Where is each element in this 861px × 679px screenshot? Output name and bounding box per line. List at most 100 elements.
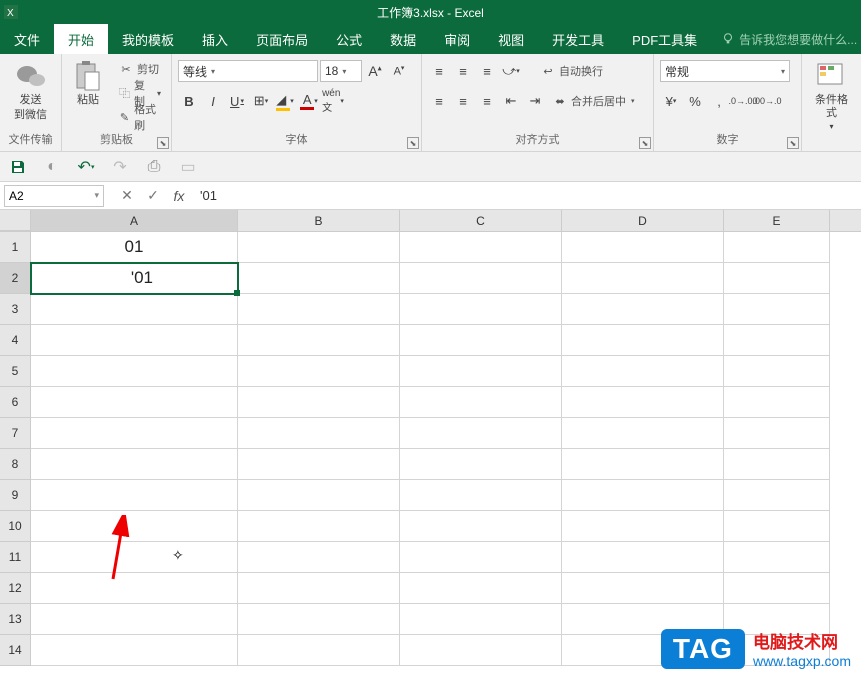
row-header-2[interactable]: 2 (0, 263, 31, 294)
tab-data[interactable]: 数据 (376, 24, 430, 54)
qat-icon-2-button[interactable]: ▭ (178, 157, 198, 177)
shrink-font-button[interactable]: A▾ (388, 60, 410, 82)
cell-E5[interactable] (724, 356, 830, 387)
cell-B12[interactable] (238, 573, 400, 604)
col-header-B[interactable]: B (238, 210, 400, 231)
merge-center-button[interactable]: ⬌合并后居中▾ (548, 90, 639, 112)
format-painter-button[interactable]: ✎格式刷 (114, 106, 165, 128)
cell-E2[interactable] (724, 263, 830, 294)
cell-A8[interactable] (31, 449, 238, 480)
cell-A13[interactable] (31, 604, 238, 635)
cell-C6[interactable] (400, 387, 562, 418)
cell-A10[interactable] (31, 511, 238, 542)
cell-C2[interactable] (400, 263, 562, 294)
col-header-D[interactable]: D (562, 210, 724, 231)
cell-C8[interactable] (400, 449, 562, 480)
row-header-10[interactable]: 10 (0, 511, 31, 542)
cell-B4[interactable] (238, 325, 400, 356)
cell-B3[interactable] (238, 294, 400, 325)
cell-A7[interactable] (31, 418, 238, 449)
cell-B1[interactable] (238, 232, 400, 263)
bold-button[interactable]: B (178, 90, 200, 112)
cell-D8[interactable] (562, 449, 724, 480)
cell-A2[interactable]: '01 (31, 263, 238, 294)
tab-dev[interactable]: 开发工具 (538, 24, 618, 54)
cell-C11[interactable] (400, 542, 562, 573)
align-left-button[interactable]: ≡ (428, 90, 450, 112)
tab-home[interactable]: 开始 (54, 24, 108, 54)
col-header-C[interactable]: C (400, 210, 562, 231)
cell-D5[interactable] (562, 356, 724, 387)
row-header-14[interactable]: 14 (0, 635, 31, 666)
underline-button[interactable]: U▾ (226, 90, 248, 112)
cell-B2[interactable] (238, 263, 400, 294)
number-format-combo[interactable]: 常规▾ (660, 60, 790, 82)
cell-E3[interactable] (724, 294, 830, 325)
cell-C4[interactable] (400, 325, 562, 356)
cell-C10[interactable] (400, 511, 562, 542)
cell-D10[interactable] (562, 511, 724, 542)
font-name-combo[interactable]: 等线▾ (178, 60, 318, 82)
row-header-13[interactable]: 13 (0, 604, 31, 635)
row-header-5[interactable]: 5 (0, 356, 31, 387)
align-right-button[interactable]: ≡ (476, 90, 498, 112)
accounting-button[interactable]: ¥▾ (660, 90, 682, 112)
print-preview-button[interactable]: ⎙ (144, 157, 164, 177)
row-header-9[interactable]: 9 (0, 480, 31, 511)
qat-icon-button[interactable]: ◐ (42, 157, 62, 177)
select-all-corner[interactable] (0, 210, 31, 231)
tell-me-search[interactable]: 告诉我您想要做什么... (721, 24, 857, 54)
cell-B14[interactable] (238, 635, 400, 666)
comma-button[interactable]: , (708, 90, 730, 112)
cell-B6[interactable] (238, 387, 400, 418)
cell-A6[interactable] (31, 387, 238, 418)
cell-C7[interactable] (400, 418, 562, 449)
orientation-button[interactable]: ⤻▾ (500, 60, 522, 82)
col-header-E[interactable]: E (724, 210, 830, 231)
tab-view[interactable]: 视图 (484, 24, 538, 54)
tab-pdf[interactable]: PDF工具集 (618, 24, 711, 54)
cell-D4[interactable] (562, 325, 724, 356)
cell-D12[interactable] (562, 573, 724, 604)
align-center-button[interactable]: ≡ (452, 90, 474, 112)
cancel-edit-button[interactable]: ✕ (114, 185, 140, 207)
cell-C12[interactable] (400, 573, 562, 604)
tab-templates[interactable]: 我的模板 (108, 24, 188, 54)
cell-D1[interactable] (562, 232, 724, 263)
decrease-decimal-button[interactable]: .00→.0 (756, 90, 778, 112)
align-top-button[interactable]: ≡ (428, 60, 450, 82)
tab-file[interactable]: 文件 (0, 24, 54, 54)
row-header-11[interactable]: 11 (0, 542, 31, 573)
align-middle-button[interactable]: ≡ (452, 60, 474, 82)
cell-D9[interactable] (562, 480, 724, 511)
cell-C13[interactable] (400, 604, 562, 635)
cell-E1[interactable] (724, 232, 830, 263)
cell-D3[interactable] (562, 294, 724, 325)
cell-E9[interactable] (724, 480, 830, 511)
col-header-A[interactable]: A (31, 210, 238, 231)
number-launcher[interactable]: ⬊ (787, 137, 799, 149)
cell-E11[interactable] (724, 542, 830, 573)
font-size-combo[interactable]: 18▾ (320, 60, 362, 82)
row-header-1[interactable]: 1 (0, 232, 31, 263)
cell-B13[interactable] (238, 604, 400, 635)
cell-E7[interactable] (724, 418, 830, 449)
cell-B9[interactable] (238, 480, 400, 511)
cell-A12[interactable] (31, 573, 238, 604)
cell-C14[interactable] (400, 635, 562, 666)
save-button[interactable] (8, 157, 28, 177)
fill-color-button[interactable]: ◢▾ (274, 90, 296, 112)
cell-C9[interactable] (400, 480, 562, 511)
tab-layout[interactable]: 页面布局 (242, 24, 322, 54)
indent-inc-button[interactable]: ⇥ (524, 90, 546, 112)
cell-B7[interactable] (238, 418, 400, 449)
cell-A1[interactable]: 01 (31, 232, 238, 263)
phonetic-button[interactable]: wén文▾ (322, 90, 344, 112)
row-header-6[interactable]: 6 (0, 387, 31, 418)
border-button[interactable]: ⊞▾ (250, 90, 272, 112)
cell-D2[interactable] (562, 263, 724, 294)
row-header-8[interactable]: 8 (0, 449, 31, 480)
cell-B11[interactable] (238, 542, 400, 573)
font-launcher[interactable]: ⬊ (407, 137, 419, 149)
name-box[interactable]: A2 (4, 185, 104, 207)
